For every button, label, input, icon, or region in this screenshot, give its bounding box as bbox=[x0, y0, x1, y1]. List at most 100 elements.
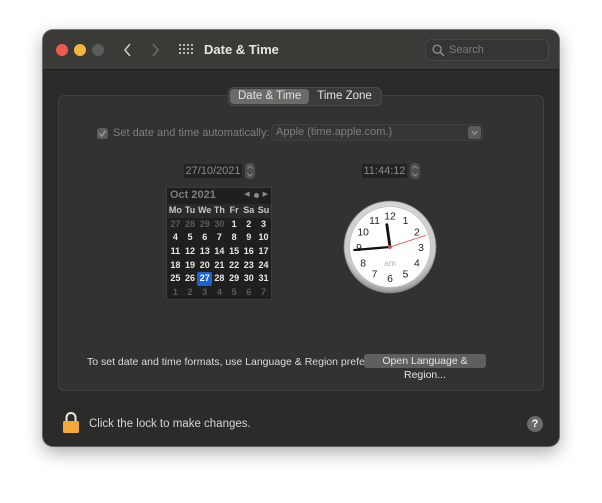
show-all-grid-icon[interactable] bbox=[179, 44, 193, 56]
calendar-day[interactable]: 3 bbox=[197, 286, 212, 300]
search-icon bbox=[432, 44, 445, 57]
calendar-day[interactable]: 13 bbox=[197, 245, 212, 259]
calendar-day[interactable]: 1 bbox=[227, 218, 242, 232]
clock-numeral: 7 bbox=[372, 270, 378, 281]
search-field[interactable] bbox=[425, 39, 549, 61]
calendar-day[interactable]: 30 bbox=[241, 272, 256, 286]
calendar-day[interactable]: 6 bbox=[197, 231, 212, 245]
calendar-day[interactable]: 11 bbox=[168, 245, 183, 259]
lock-icon[interactable] bbox=[62, 411, 80, 433]
calendar-day[interactable]: 31 bbox=[256, 272, 271, 286]
calendar-day[interactable]: 16 bbox=[241, 245, 256, 259]
chevron-left-icon bbox=[123, 43, 131, 57]
back-button[interactable] bbox=[119, 40, 135, 60]
help-button[interactable]: ? bbox=[527, 416, 543, 432]
calendar-day[interactable]: 7 bbox=[256, 286, 271, 300]
weekday-label: Sa bbox=[241, 204, 257, 218]
checkmark-icon bbox=[98, 129, 107, 137]
calendar-day[interactable]: 8 bbox=[227, 231, 242, 245]
weekday-label: Su bbox=[256, 204, 271, 218]
calendar-day[interactable]: 23 bbox=[241, 259, 256, 273]
calendar-grid: Mo Tu We Th Fr Sa Su 27 28 29 30 1 2 3 4 5 6 7 8 9 10 11 12 13 1… bbox=[168, 204, 271, 300]
weekday-label: Fr bbox=[226, 204, 242, 218]
calendar-week: 11 12 13 14 15 16 17 bbox=[168, 245, 271, 259]
weekday-label: Mo bbox=[168, 204, 183, 218]
tab-date-time[interactable]: Date & Time bbox=[230, 89, 310, 104]
calendar-day[interactable]: 22 bbox=[227, 259, 242, 273]
time-stepper[interactable] bbox=[410, 163, 420, 179]
calendar-week: 25 26 27 28 29 30 31 bbox=[168, 272, 271, 287]
calendar-week: 4 5 6 7 8 9 10 bbox=[168, 231, 271, 245]
calendar-day[interactable]: 29 bbox=[227, 272, 242, 286]
search-input[interactable] bbox=[449, 42, 544, 58]
calendar-week: 27 28 29 30 1 2 3 bbox=[168, 218, 271, 232]
calendar-day[interactable]: 28 bbox=[183, 218, 198, 232]
title-bar: Date & Time bbox=[43, 30, 559, 70]
calendar-day[interactable]: 2 bbox=[241, 218, 256, 232]
calendar-day[interactable]: 20 bbox=[197, 259, 212, 273]
previous-month-icon[interactable]: ◀ bbox=[244, 191, 249, 199]
calendar-day[interactable]: 27 bbox=[168, 218, 183, 232]
calendar-day[interactable]: 10 bbox=[256, 231, 271, 245]
calendar-day[interactable]: 1 bbox=[168, 286, 183, 300]
date-field[interactable]: 27/10/2021 bbox=[184, 164, 242, 178]
calendar-day[interactable]: 4 bbox=[168, 231, 183, 245]
tab-time-zone[interactable]: Time Zone bbox=[309, 89, 380, 104]
calendar-nav: ◀ ▶ bbox=[244, 191, 268, 199]
clock-numeral: 8 bbox=[360, 258, 366, 269]
chevron-down-icon bbox=[471, 130, 478, 135]
clock-numeral: 11 bbox=[369, 216, 380, 227]
minimize-button[interactable] bbox=[74, 44, 86, 56]
window-title: Date & Time bbox=[204, 42, 279, 57]
calendar-day[interactable]: 30 bbox=[212, 218, 227, 232]
calendar-day[interactable]: 24 bbox=[256, 259, 271, 273]
calendar-day[interactable]: 26 bbox=[183, 272, 198, 286]
calendar-day[interactable]: 12 bbox=[183, 245, 198, 259]
close-button[interactable] bbox=[56, 44, 68, 56]
calendar-day[interactable]: 3 bbox=[256, 218, 271, 232]
calendar-day[interactable]: 5 bbox=[183, 231, 198, 245]
calendar-day[interactable]: 28 bbox=[212, 272, 227, 286]
calendar-week: 18 19 20 21 22 23 24 bbox=[168, 259, 271, 273]
calendar-day[interactable]: 2 bbox=[183, 286, 198, 300]
open-language-region-button[interactable]: Open Language & Region... bbox=[364, 354, 486, 381]
clock-period: am bbox=[384, 258, 396, 268]
time-server-select[interactable]: Apple (time.apple.com.) bbox=[271, 124, 483, 141]
calendar-day[interactable]: 4 bbox=[212, 286, 227, 300]
chevron-up-icon[interactable] bbox=[247, 165, 253, 169]
forward-button[interactable] bbox=[147, 40, 163, 60]
calendar-day[interactable]: 21 bbox=[212, 259, 227, 273]
date-stepper[interactable] bbox=[245, 163, 255, 179]
clock-numeral: 5 bbox=[403, 270, 409, 281]
clock-numeral: 6 bbox=[387, 274, 393, 285]
formats-hint: To set date and time formats, use Langua… bbox=[87, 356, 400, 368]
dropdown-chevron[interactable] bbox=[468, 126, 481, 139]
time-server-value: Apple (time.apple.com.) bbox=[276, 126, 393, 138]
calendar-day[interactable]: 15 bbox=[227, 245, 242, 259]
calendar-day[interactable]: 9 bbox=[241, 231, 256, 245]
calendar-day[interactable]: 19 bbox=[183, 259, 198, 273]
calendar-day[interactable]: 17 bbox=[256, 245, 271, 259]
chevron-up-icon[interactable] bbox=[412, 165, 418, 169]
time-field[interactable]: 11:44:12 bbox=[362, 164, 407, 178]
calendar-day[interactable]: 6 bbox=[241, 286, 256, 300]
calendar-day[interactable]: 5 bbox=[227, 286, 242, 300]
calendar-day[interactable]: 25 bbox=[168, 272, 183, 286]
calendar-day[interactable]: 14 bbox=[212, 245, 227, 259]
calendar-day[interactable]: 7 bbox=[212, 231, 227, 245]
calendar-day[interactable]: 29 bbox=[197, 218, 212, 232]
calendar-day[interactable]: 18 bbox=[168, 259, 183, 273]
clock-center-cap bbox=[388, 245, 392, 249]
today-dot-icon[interactable] bbox=[253, 192, 259, 198]
auto-time-label: Set date and time automatically: bbox=[113, 127, 270, 139]
calendar-day-selected[interactable]: 27 bbox=[197, 272, 213, 287]
clock-numeral: 4 bbox=[414, 258, 420, 269]
chevron-down-icon[interactable] bbox=[412, 173, 418, 177]
chevron-right-icon bbox=[151, 43, 159, 57]
chevron-down-icon[interactable] bbox=[247, 173, 253, 177]
zoom-button[interactable] bbox=[92, 44, 104, 56]
auto-time-checkbox[interactable] bbox=[97, 127, 108, 139]
weekday-label: We bbox=[197, 204, 213, 218]
tab-bar: Date & Time Time Zone bbox=[228, 87, 382, 106]
next-month-icon[interactable]: ▶ bbox=[263, 191, 268, 199]
